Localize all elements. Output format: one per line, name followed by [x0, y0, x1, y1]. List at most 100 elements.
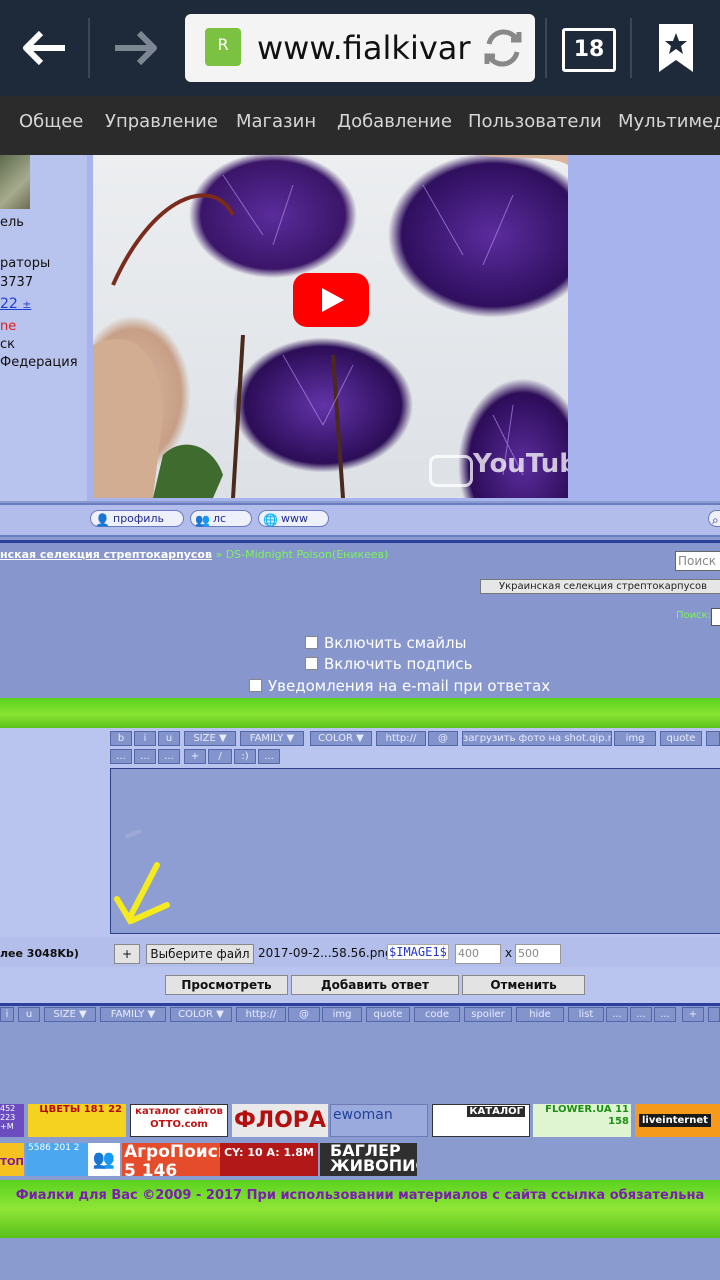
plus-button[interactable]: +	[184, 749, 206, 764]
divider-band	[0, 698, 720, 728]
toolbar-button[interactable]: ...	[630, 1007, 652, 1022]
forum-select[interactable]: Украинская селекция стрептокарпусов	[480, 579, 720, 594]
address-bar[interactable]: R www.fialkivar	[185, 14, 535, 82]
profile-link[interactable]: 22 ±	[0, 296, 32, 312]
agropoisk-banner[interactable]: АгроПоиск 5 146	[122, 1143, 220, 1176]
italic-button[interactable]: i	[134, 731, 156, 746]
search-icon[interactable]: ⌕	[708, 510, 720, 527]
quote-button[interactable]: quote	[660, 731, 702, 746]
email-button[interactable]: @	[288, 1007, 320, 1022]
menu-item-add[interactable]: Добавление	[337, 96, 452, 155]
toolbar-button[interactable]: ...	[606, 1007, 628, 1022]
checkbox[interactable]	[305, 636, 318, 649]
hide-button[interactable]: hide	[516, 1007, 564, 1022]
website-button[interactable]: 🌐 www	[258, 510, 329, 527]
toolbar-button[interactable]: ...	[158, 749, 180, 764]
add-reply-button[interactable]: Добавить ответ	[291, 975, 459, 995]
menu-item-shop[interactable]: Магазин	[236, 96, 316, 155]
link-button[interactable]: http://	[376, 731, 426, 746]
arrow-left-icon[interactable]	[0, 0, 90, 96]
message-textarea[interactable]	[110, 768, 720, 934]
email-notify-option[interactable]: Уведомления на e-mail при ответах	[249, 677, 550, 695]
ewoman-banner[interactable]: ewoman	[330, 1104, 428, 1137]
top-banner[interactable]: ТОП	[0, 1143, 24, 1176]
spoiler-button[interactable]: spoiler	[464, 1007, 512, 1022]
link-button[interactable]: http://	[236, 1007, 286, 1022]
search-input[interactable]: Поиск п	[675, 551, 720, 571]
bookmark-star-icon[interactable]	[640, 20, 712, 76]
people-icon[interactable]: 👥	[88, 1143, 120, 1176]
toolbar-button[interactable]: ...	[110, 749, 132, 764]
underline-button[interactable]: u	[158, 731, 180, 746]
flora-banner[interactable]: ФЛОРА	[232, 1104, 328, 1137]
menu-item-users[interactable]: Пользователи	[468, 96, 602, 155]
breadcrumb-separator: »	[211, 548, 226, 561]
code-button[interactable]: code	[414, 1007, 460, 1022]
add-attachment-button[interactable]: +	[114, 944, 140, 964]
list-button[interactable]: list	[568, 1007, 604, 1022]
smiley-button[interactable]: :)	[234, 749, 256, 764]
catalog-banner[interactable]: КАТАЛОГ	[432, 1104, 530, 1137]
youtube-watermark[interactable]: YouTube	[473, 449, 568, 479]
size-select[interactable]: SIZE ▼	[44, 1007, 96, 1022]
family-select[interactable]: FAMILY ▼	[100, 1007, 166, 1022]
image-tag[interactable]: $IMAGE1$	[387, 944, 449, 960]
choose-file-button[interactable]: Выберите файл	[146, 944, 254, 964]
search-field[interactable]	[711, 608, 720, 626]
otto-catalog-banner[interactable]: каталог сайтов OTTO.com	[130, 1104, 228, 1137]
cancel-button[interactable]: Отменить	[462, 975, 585, 995]
bagler-banner[interactable]: БАГЛЕР ЖИВОПИСЬ	[320, 1143, 417, 1176]
toolbar-button[interactable]: ...	[654, 1007, 676, 1022]
url-text[interactable]: www.fialkivar	[257, 14, 472, 82]
size-select[interactable]: SIZE ▼	[184, 731, 236, 746]
italic-button[interactable]: i	[0, 1007, 14, 1022]
cy-rank-banner[interactable]: CY: 10 A: 1.8M	[220, 1143, 318, 1176]
bold-button[interactable]: b	[110, 731, 132, 746]
toolbar-button[interactable]: ...	[258, 749, 280, 764]
toolbar-button[interactable]: ...	[134, 749, 156, 764]
avatar[interactable]	[0, 155, 30, 209]
tabs-counter-button[interactable]: 18	[562, 28, 616, 72]
counter-banner[interactable]: 452 223 +M	[0, 1104, 24, 1137]
enable-signature-option[interactable]: Включить подпись	[305, 655, 473, 673]
private-message-button[interactable]: 👥 лс	[190, 510, 252, 527]
arrow-right-icon[interactable]	[90, 0, 180, 96]
breadcrumb-topic[interactable]: DS-Midnight Poison(Еникеев)	[226, 548, 389, 561]
color-select[interactable]: COLOR ▼	[170, 1007, 232, 1022]
menu-item-general[interactable]: Общее	[19, 96, 83, 155]
preview-button[interactable]: Просмотреть	[165, 975, 288, 995]
toolbar-button[interactable]	[706, 731, 720, 746]
menu-item-management[interactable]: Управление	[105, 96, 218, 155]
enable-smilies-option[interactable]: Включить смайлы	[305, 634, 466, 652]
slash-button[interactable]: /	[208, 749, 232, 764]
image-button[interactable]: img	[322, 1007, 362, 1022]
email-button[interactable]: @	[428, 731, 458, 746]
play-button[interactable]	[293, 273, 369, 327]
search-label: Поиск:	[676, 610, 712, 621]
profile-text: раторы	[0, 256, 51, 271]
flowers-banner[interactable]: ЦВЕТЫ 181 22	[28, 1104, 126, 1137]
checkbox[interactable]	[305, 657, 318, 670]
plus-button[interactable]: +	[682, 1007, 704, 1022]
copyright-text: Фиалки для Вас ©2009 - 2017 При использо…	[15, 1188, 705, 1203]
checkbox[interactable]	[249, 679, 262, 692]
quote-button[interactable]: quote	[366, 1007, 410, 1022]
image-width-input[interactable]: 400	[455, 944, 501, 964]
toolbar-button[interactable]	[708, 1007, 720, 1022]
youtube-video[interactable]: YouTube	[93, 155, 568, 498]
family-select[interactable]: FAMILY ▼	[240, 731, 304, 746]
liveinternet-banner[interactable]: liveinternet	[635, 1104, 720, 1137]
color-select[interactable]: COLOR ▼	[310, 731, 372, 746]
breadcrumb-forum-link[interactable]: нская селекция стрептокарпусов	[0, 548, 212, 561]
users-icon: 👥	[195, 513, 210, 527]
flower-ua-banner[interactable]: FLOWER.UA 11 158	[533, 1104, 631, 1137]
menu-item-multimedia[interactable]: Мультимеди	[618, 96, 720, 155]
upload-photo-button[interactable]: загрузить фото на shot.qip.ru	[462, 731, 612, 746]
stats-counter-banner[interactable]: 5586 201 2	[26, 1143, 88, 1176]
image-button[interactable]: img	[614, 731, 656, 746]
underline-button[interactable]: u	[18, 1007, 40, 1022]
image-height-input[interactable]: 500	[515, 944, 561, 964]
profile-button[interactable]: 👤 профиль	[90, 510, 184, 527]
refresh-icon[interactable]	[475, 14, 531, 82]
site-favicon: R	[205, 28, 241, 66]
